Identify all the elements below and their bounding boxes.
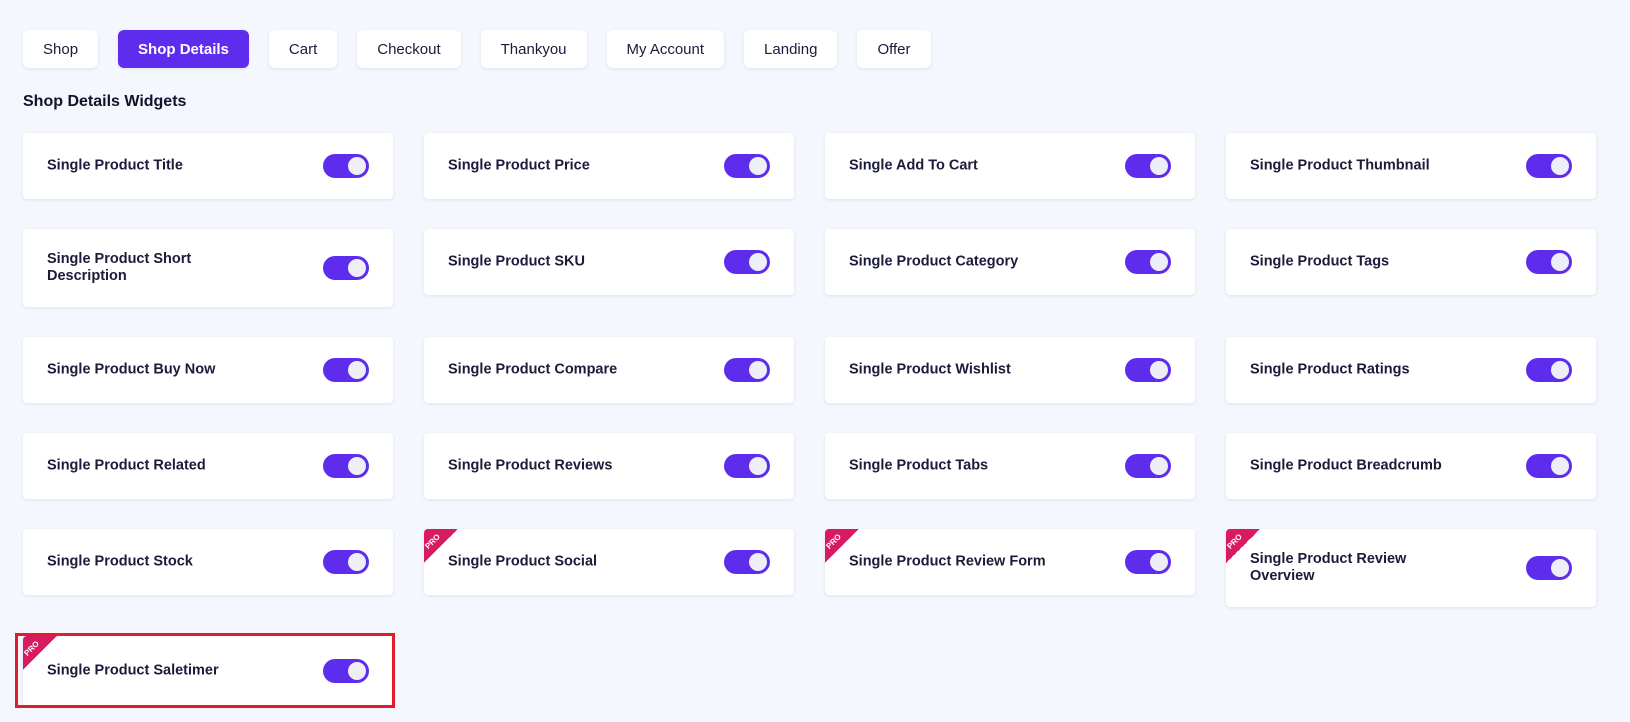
toggle-knob bbox=[1150, 157, 1168, 175]
tab-cart[interactable]: Cart bbox=[268, 30, 338, 68]
toggle-knob bbox=[749, 361, 767, 379]
toggle-knob bbox=[1551, 157, 1569, 175]
widget-toggle[interactable] bbox=[323, 358, 369, 382]
widget-label: Single Product Category bbox=[849, 253, 1019, 270]
widget-card: Single Add To Cart bbox=[825, 133, 1195, 199]
pro-badge-label: PRO bbox=[1225, 532, 1244, 551]
widget-toggle[interactable] bbox=[724, 454, 770, 478]
widget-toggle[interactable] bbox=[724, 154, 770, 178]
widget-toggle[interactable] bbox=[1125, 550, 1171, 574]
widget-card: Single Product Tabs bbox=[825, 433, 1195, 499]
tab-my-account[interactable]: My Account bbox=[606, 30, 725, 68]
widget-label: Single Product Stock bbox=[47, 553, 193, 570]
widget-card: Single Product Related bbox=[23, 433, 393, 499]
toggle-knob bbox=[1551, 253, 1569, 271]
toggle-knob bbox=[348, 259, 366, 277]
pro-badge-label: PRO bbox=[423, 532, 442, 551]
toggle-knob bbox=[1150, 457, 1168, 475]
widget-card: Single Product Title bbox=[23, 133, 393, 199]
widget-label: Single Product Tags bbox=[1250, 253, 1390, 270]
widget-card: Single Product Stock bbox=[23, 529, 393, 595]
widget-toggle[interactable] bbox=[1526, 154, 1572, 178]
pro-badge-label: PRO bbox=[22, 639, 41, 658]
widget-toggle[interactable] bbox=[1125, 454, 1171, 478]
tab-thankyou[interactable]: Thankyou bbox=[480, 30, 587, 68]
widget-label: Single Add To Cart bbox=[849, 157, 978, 174]
toggle-knob bbox=[1551, 457, 1569, 475]
widget-label: Single Product Short Description bbox=[47, 251, 192, 284]
toggle-knob bbox=[348, 457, 366, 475]
toggle-knob bbox=[1551, 361, 1569, 379]
tab-shop-details[interactable]: Shop Details bbox=[118, 30, 249, 68]
widget-card: Single Product Breadcrumb bbox=[1226, 433, 1596, 499]
widget-label: Single Product Related bbox=[47, 457, 206, 474]
widget-label: Single Product Compare bbox=[448, 361, 618, 378]
widget-label: Single Product SKU bbox=[448, 253, 585, 270]
tab-bar: Shop Shop Details Cart Checkout Thankyou… bbox=[23, 30, 931, 68]
toggle-knob bbox=[749, 457, 767, 475]
toggle-knob bbox=[1150, 553, 1168, 571]
widget-toggle[interactable] bbox=[724, 250, 770, 274]
widget-toggle[interactable] bbox=[323, 550, 369, 574]
widget-card: Single Product Category bbox=[825, 229, 1195, 295]
toggle-knob bbox=[749, 253, 767, 271]
widget-toggle[interactable] bbox=[724, 358, 770, 382]
toggle-knob bbox=[1150, 253, 1168, 271]
widget-toggle[interactable] bbox=[1526, 454, 1572, 478]
widget-card: Single Product Buy Now bbox=[23, 337, 393, 403]
tab-shop[interactable]: Shop bbox=[23, 30, 99, 68]
widget-card: Single Product Tags bbox=[1226, 229, 1596, 295]
tab-landing[interactable]: Landing bbox=[744, 30, 838, 68]
widget-card: PRO Single Product Social bbox=[423, 529, 794, 595]
widget-grid: Single Product Title Single Product Price… bbox=[22, 133, 1597, 713]
widget-label: Single Product Review Overview bbox=[1250, 551, 1407, 584]
widget-label: Single Product Breadcrumb bbox=[1250, 457, 1442, 474]
widget-toggle[interactable] bbox=[323, 454, 369, 478]
widget-label: Single Product Tabs bbox=[849, 457, 989, 474]
pro-badge-label: PRO bbox=[824, 532, 843, 551]
widget-label: Single Product Title bbox=[47, 157, 183, 174]
widget-card: Single Product Wishlist bbox=[825, 337, 1195, 403]
widget-toggle[interactable] bbox=[1125, 154, 1171, 178]
widget-label: Single Product Saletimer bbox=[47, 662, 219, 679]
widget-card: PRO Single Product Saletimer bbox=[22, 636, 393, 706]
section-title: Shop Details Widgets bbox=[23, 93, 187, 110]
tab-checkout[interactable]: Checkout bbox=[357, 30, 461, 68]
widget-toggle[interactable] bbox=[1526, 556, 1572, 580]
widget-card: Single Product Ratings bbox=[1226, 337, 1596, 403]
widget-card: PRO Single Product Review Overview bbox=[1225, 529, 1596, 607]
widget-card: Single Product Thumbnail bbox=[1226, 133, 1596, 199]
widget-toggle[interactable] bbox=[323, 256, 369, 280]
widget-toggle[interactable] bbox=[323, 659, 369, 683]
tab-offer[interactable]: Offer bbox=[857, 30, 931, 68]
toggle-knob bbox=[348, 662, 366, 680]
widget-card: Single Product Reviews bbox=[424, 433, 794, 499]
widget-toggle[interactable] bbox=[1125, 358, 1171, 382]
widget-label: Single Product Ratings bbox=[1250, 361, 1410, 378]
toggle-knob bbox=[348, 553, 366, 571]
widget-card: Single Product Price bbox=[424, 133, 794, 199]
toggle-knob bbox=[1551, 559, 1569, 577]
widget-card: PRO Single Product Review Form bbox=[824, 529, 1195, 595]
widget-toggle[interactable] bbox=[724, 550, 770, 574]
widget-card: Single Product Compare bbox=[424, 337, 794, 403]
toggle-knob bbox=[1150, 361, 1168, 379]
widget-label: Single Product Reviews bbox=[448, 457, 613, 474]
widget-card: Single Product Short Description bbox=[23, 229, 393, 307]
widget-toggle[interactable] bbox=[1526, 250, 1572, 274]
widget-label: Single Product Price bbox=[448, 157, 590, 174]
toggle-knob bbox=[348, 361, 366, 379]
widget-label: Single Product Review Form bbox=[849, 553, 1046, 570]
widget-card: Single Product SKU bbox=[424, 229, 794, 295]
toggle-knob bbox=[749, 553, 767, 571]
toggle-knob bbox=[348, 157, 366, 175]
widget-label: Single Product Thumbnail bbox=[1250, 157, 1430, 174]
widget-toggle[interactable] bbox=[1125, 250, 1171, 274]
widget-label: Single Product Social bbox=[448, 553, 598, 570]
widget-label: Single Product Buy Now bbox=[47, 361, 216, 378]
widget-toggle[interactable] bbox=[1526, 358, 1572, 382]
widget-toggle[interactable] bbox=[323, 154, 369, 178]
toggle-knob bbox=[749, 157, 767, 175]
widget-label: Single Product Wishlist bbox=[849, 361, 1011, 378]
